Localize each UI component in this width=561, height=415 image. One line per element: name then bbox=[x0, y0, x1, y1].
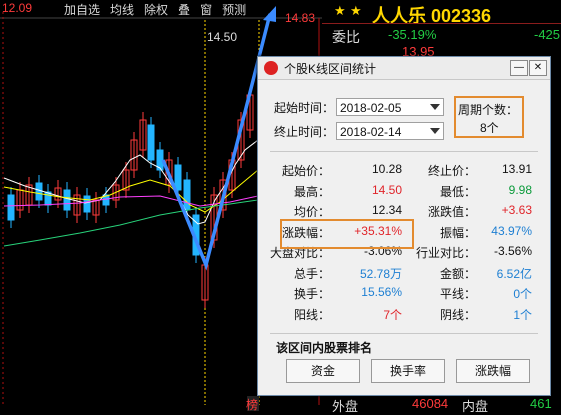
outer-label: 外盘 bbox=[332, 399, 359, 414]
stat-label: 换手： bbox=[293, 287, 330, 301]
rank-turnover-button[interactable]: 换手率 bbox=[371, 359, 445, 383]
start-date-value: 2018-02-05 bbox=[340, 101, 402, 115]
price-right-label: 14.83 bbox=[285, 11, 316, 25]
star-icon[interactable]: ★ bbox=[350, 3, 362, 19]
stat-value-right: +3.63 bbox=[501, 203, 532, 217]
rank-capital-button[interactable]: 资金 bbox=[286, 359, 360, 383]
candle-body bbox=[183, 179, 191, 211]
panel-divider bbox=[322, 23, 561, 24]
outer-value: 46084 bbox=[412, 396, 449, 411]
dialog-titlebar[interactable]: 个股K线区间统计 — ✕ bbox=[258, 57, 550, 80]
stat-value: 12.34 bbox=[371, 203, 402, 217]
committee-label: 委比 bbox=[332, 29, 360, 45]
toolbar-ex-rights-button[interactable]: 除权 bbox=[142, 0, 170, 18]
period-value: 8个 bbox=[480, 121, 499, 135]
candle-body bbox=[35, 182, 43, 201]
top-separator bbox=[270, 151, 538, 152]
stat-label: 起始价： bbox=[281, 164, 330, 178]
stat-value-right: -3.56% bbox=[493, 244, 532, 258]
stat-label: 阳线： bbox=[293, 307, 330, 322]
crosshair-price-label: 14.50 bbox=[207, 30, 238, 44]
stat-value: 14.50 bbox=[371, 182, 402, 197]
stat-value: 52.78万 bbox=[359, 266, 402, 281]
stat-label-right: 行业对比： bbox=[415, 246, 476, 260]
chevron-down-icon bbox=[430, 128, 440, 134]
end-time-label: 终止时间： bbox=[274, 125, 335, 139]
rank-change-button[interactable]: 涨跌幅 bbox=[456, 359, 530, 383]
close-icon[interactable]: ✕ bbox=[529, 60, 547, 76]
minimize-icon[interactable]: — bbox=[510, 60, 528, 76]
stat-label: 均价： bbox=[293, 205, 330, 219]
toolbar-overlay-button[interactable]: 叠 bbox=[176, 0, 192, 18]
stat-value-right: 13.91 bbox=[501, 162, 532, 176]
star-icon[interactable]: ★ bbox=[334, 3, 346, 19]
toolbar-ma-button[interactable]: 均线 bbox=[108, 0, 136, 18]
app-logo-icon bbox=[264, 61, 278, 75]
bottom-separator bbox=[270, 333, 538, 334]
stat-value-right: 43.97% bbox=[491, 223, 532, 238]
stat-label-right: 终止价： bbox=[427, 164, 476, 178]
toolbar-window-button[interactable]: 窗 bbox=[198, 0, 214, 18]
stat-label: 最高： bbox=[293, 184, 330, 199]
committee-right-value: -425 bbox=[534, 27, 561, 42]
committee-value: -35.19% bbox=[388, 27, 437, 42]
stat-label-right: 振幅： bbox=[439, 225, 476, 240]
candle-body bbox=[7, 194, 15, 221]
stat-value: 7个 bbox=[383, 307, 402, 322]
stat-label: 总手： bbox=[293, 266, 330, 281]
stat-value-right: 9.98 bbox=[508, 182, 532, 197]
price-left-label: 12.09 bbox=[2, 1, 33, 15]
inner-label: 内盘 bbox=[462, 399, 489, 414]
stat-value-right: 1个 bbox=[513, 307, 532, 322]
stat-value-right: 0个 bbox=[513, 287, 532, 301]
dialog-title: 个股K线区间统计 bbox=[284, 61, 377, 76]
stat-label-right: 阴线： bbox=[439, 307, 476, 322]
stat-label-right: 最低： bbox=[439, 184, 476, 199]
toolbar-add-watch-button[interactable]: 加自选 bbox=[62, 0, 102, 18]
stat-label-right: 金额： bbox=[439, 266, 476, 281]
interval-stats-dialog: 个股K线区间统计 — ✕ 起始时间： 2018-02-05 终止时间： 2018… bbox=[257, 56, 551, 396]
start-time-label: 起始时间： bbox=[274, 101, 335, 115]
stat-value-right: 6.52亿 bbox=[496, 266, 532, 281]
inner-value: 461 bbox=[530, 396, 552, 411]
candle-body bbox=[174, 164, 182, 191]
chevron-down-icon bbox=[430, 104, 440, 110]
stock-title: 人人乐 002336 bbox=[372, 6, 492, 26]
chart-toolbar: 加自选 均线 除权 叠 窗 预测 bbox=[62, 0, 248, 18]
end-date-value: 2018-02-14 bbox=[340, 125, 402, 139]
stat-label-right: 平线： bbox=[439, 287, 476, 301]
start-date-select[interactable]: 2018-02-05 bbox=[336, 98, 444, 116]
change-pct-highlight bbox=[280, 219, 414, 249]
candle-body bbox=[83, 195, 91, 213]
period-label: 周期个数： bbox=[458, 103, 519, 117]
bottom-mark-label: 榜 bbox=[246, 398, 259, 412]
stat-label-right: 涨跌值： bbox=[427, 205, 476, 219]
candle-body bbox=[63, 189, 71, 211]
stat-value: 10.28 bbox=[371, 162, 402, 176]
end-date-select[interactable]: 2018-02-14 bbox=[336, 122, 444, 140]
stat-value: 15.56% bbox=[361, 285, 402, 299]
candle-body bbox=[147, 124, 155, 161]
toolbar-forecast-button[interactable]: 预测 bbox=[220, 0, 248, 18]
ranking-label: 该区间内股票排名 bbox=[276, 341, 373, 355]
